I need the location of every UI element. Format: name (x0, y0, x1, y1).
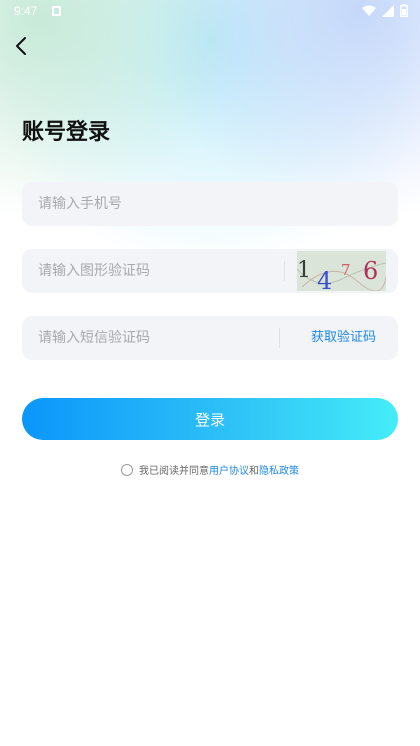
signal-icon (382, 4, 394, 17)
login-button[interactable]: 登录 (22, 398, 398, 440)
captcha-input[interactable] (38, 249, 278, 293)
captcha-image[interactable]: 1 4 7 6 (296, 251, 387, 295)
user-agreement-link[interactable]: 用户协议 (209, 462, 249, 477)
wifi-icon (362, 5, 376, 16)
captcha-char: 4 (317, 267, 332, 291)
status-icons (362, 4, 408, 17)
captcha-char: 1 (297, 258, 311, 283)
agreement-conjunction: 和 (249, 466, 259, 477)
status-time: 9:47 (14, 4, 38, 18)
status-bar: 9:47 (0, 0, 420, 24)
field-divider (279, 328, 280, 348)
captcha-char: 6 (363, 257, 378, 285)
phone-input[interactable] (38, 182, 382, 226)
get-sms-code-button[interactable]: 获取验证码 (311, 316, 376, 360)
sms-code-field: 获取验证码 (22, 316, 398, 360)
field-divider (284, 261, 285, 281)
header-background (0, 0, 420, 746)
captcha-field: 1 4 7 6 (22, 249, 398, 295)
sms-code-input[interactable] (38, 316, 274, 360)
page-title: 账号登录 (22, 120, 111, 145)
battery-icon (400, 4, 408, 17)
privacy-policy-link[interactable]: 隐私政策 (259, 462, 299, 477)
phone-field (22, 182, 398, 226)
captcha-char: 7 (341, 261, 351, 279)
agreement-row: 我已阅读并同意 用户协议和隐私政策 (0, 462, 420, 477)
back-button[interactable] (8, 32, 34, 60)
captcha-graphic: 1 4 7 6 (296, 257, 387, 295)
agreement-prefix: 我已阅读并同意 (139, 466, 209, 477)
back-arrow-icon (16, 37, 26, 55)
agree-checkbox[interactable] (121, 463, 133, 476)
notification-icon (52, 6, 61, 16)
